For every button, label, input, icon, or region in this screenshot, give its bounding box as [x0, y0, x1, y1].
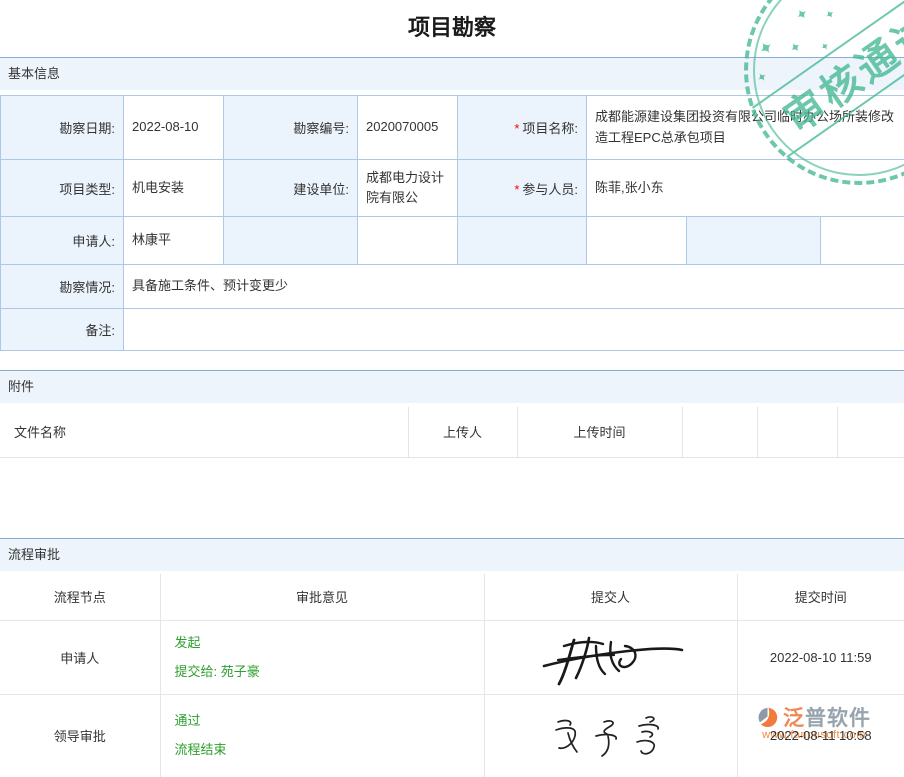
approval-col-node: 流程节点	[0, 574, 160, 621]
survey-condition-label: 勘察情况:	[1, 265, 124, 309]
section-approval-flow: 流程审批	[0, 538, 904, 571]
opinion-pass-link[interactable]: 通过	[175, 707, 484, 736]
project-name-label: *项目名称:	[458, 96, 587, 160]
approval-row: 领导审批 通过 流程结束 2022-08-11 10:58	[0, 695, 904, 777]
attachments-col-empty	[757, 407, 837, 457]
survey-date-value: 2022-08-10	[124, 96, 224, 160]
participants-value: 陈菲,张小东	[587, 160, 904, 217]
build-unit-label: 建设单位:	[224, 160, 358, 217]
page-title: 项目勘察	[0, 0, 904, 57]
opinion-submit-to-link[interactable]: 提交给: 苑子豪	[175, 658, 484, 687]
empty-value-cell	[587, 217, 687, 265]
survey-date-label: 勘察日期:	[1, 96, 124, 160]
required-mark: *	[514, 182, 519, 197]
approval-opinion: 通过 流程结束	[160, 695, 484, 777]
approval-col-opinion: 审批意见	[160, 574, 484, 621]
opinion-flow-end-link[interactable]: 流程结束	[175, 736, 484, 765]
attachments-col-empty	[837, 407, 904, 457]
approval-signature-cell	[484, 695, 737, 777]
required-mark: *	[514, 121, 519, 136]
submit-time: 2022-08-11 10:58	[770, 728, 872, 743]
empty-label-cell	[224, 217, 358, 265]
section-basic-info: 基本信息	[0, 57, 904, 90]
basic-info-table: 勘察日期: 2022-08-10 勘察编号: 2020070005 *项目名称:…	[0, 95, 904, 351]
submit-time: 2022-08-10 11:59	[770, 650, 872, 665]
project-name-label-text: 项目名称:	[522, 121, 578, 136]
survey-no-value: 2020070005	[358, 96, 458, 160]
empty-label-cell	[687, 217, 821, 265]
approval-col-submitter: 提交人	[484, 574, 737, 621]
empty-value-cell	[821, 217, 904, 265]
attachments-col-filename: 文件名称	[0, 407, 408, 457]
approval-col-submit-time: 提交时间	[737, 574, 904, 621]
remark-label: 备注:	[1, 309, 124, 351]
applicant-value: 林康平	[124, 217, 224, 265]
approval-row: 申请人 发起 提交给: 苑子豪 2022-08-10 11:59	[0, 621, 904, 695]
opinion-initiate-link[interactable]: 发起	[175, 629, 484, 658]
attachments-table: 文件名称 上传人 上传时间	[0, 407, 904, 458]
survey-no-label: 勘察编号:	[224, 96, 358, 160]
approval-table: 流程节点 审批意见 提交人 提交时间 申请人 发起 提交给: 苑子豪 2022-…	[0, 574, 904, 777]
handwritten-signature-icon	[536, 630, 686, 686]
survey-condition-value: 具备施工条件、预计变更少	[124, 265, 904, 309]
handwritten-signature-icon	[546, 713, 676, 759]
project-name-value: 成都能源建设集团投资有限公司临时办公场所装修改造工程EPC总承包项目	[587, 96, 904, 160]
attachments-col-empty	[682, 407, 757, 457]
attachments-col-uploader: 上传人	[408, 407, 517, 457]
attachments-col-upload-time: 上传时间	[517, 407, 682, 457]
participants-label-text: 参与人员:	[522, 182, 578, 197]
project-type-label: 项目类型:	[1, 160, 124, 217]
empty-value-cell	[358, 217, 458, 265]
approval-signature-cell	[484, 621, 737, 695]
approval-node: 申请人	[0, 621, 160, 695]
project-type-value: 机电安装	[124, 160, 224, 217]
participants-label: *参与人员:	[458, 160, 587, 217]
remark-value	[124, 309, 904, 351]
section-attachments: 附件	[0, 370, 904, 403]
applicant-label: 申请人:	[1, 217, 124, 265]
build-unit-value: 成都电力设计院有限公	[358, 160, 458, 217]
approval-time-cell: 2022-08-10 11:59	[737, 621, 904, 695]
project-survey-page: { "page": { "title": "项目勘察" }, "stamp": …	[0, 0, 904, 755]
approval-node: 领导审批	[0, 695, 160, 777]
empty-label-cell	[458, 217, 587, 265]
approval-opinion: 发起 提交给: 苑子豪	[160, 621, 484, 695]
approval-time-cell: 2022-08-11 10:58	[737, 695, 904, 777]
